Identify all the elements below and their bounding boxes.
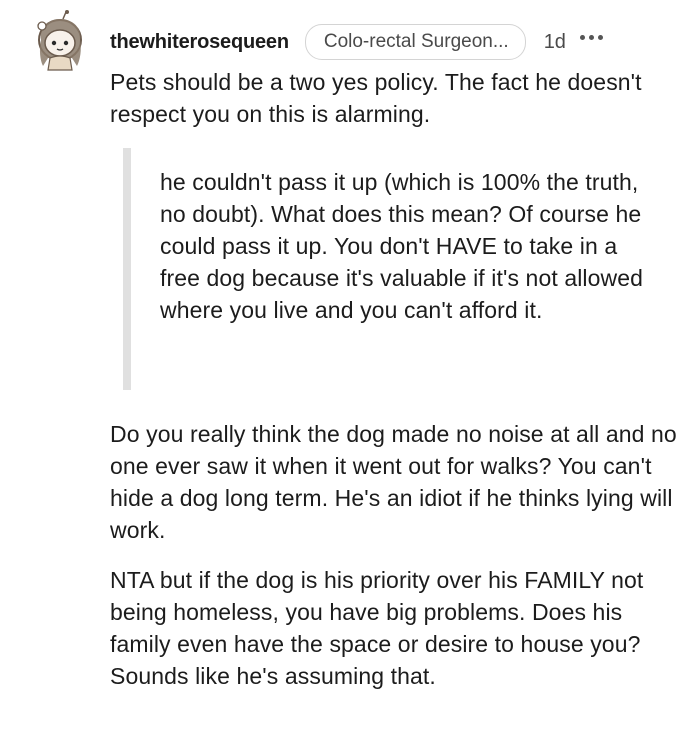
quote-bar	[123, 148, 131, 390]
user-flair: Colo-rectal Surgeon...	[304, 24, 526, 60]
timestamp: 1d	[543, 30, 566, 53]
user-avatar[interactable]	[30, 10, 92, 72]
comment-paragraph-2: Do you really think the dog made no nois…	[110, 421, 677, 543]
snoo-avatar-icon	[37, 10, 82, 71]
comment: thewhiterosequeen Colo-rectal Surgeon...…	[0, 0, 700, 731]
comment-paragraph-3: NTA but if the dog is his priority over …	[110, 567, 644, 689]
comment-paragraph-1: Pets should be a two yes policy. The fac…	[110, 69, 642, 127]
more-options-icon[interactable]	[579, 33, 606, 43]
username[interactable]: thewhiterosequeen	[110, 31, 289, 54]
comment-quote: he couldn't pass it up (which is 100% th…	[160, 169, 644, 323]
comment-header: thewhiterosequeen Colo-rectal Surgeon...…	[110, 22, 606, 62]
